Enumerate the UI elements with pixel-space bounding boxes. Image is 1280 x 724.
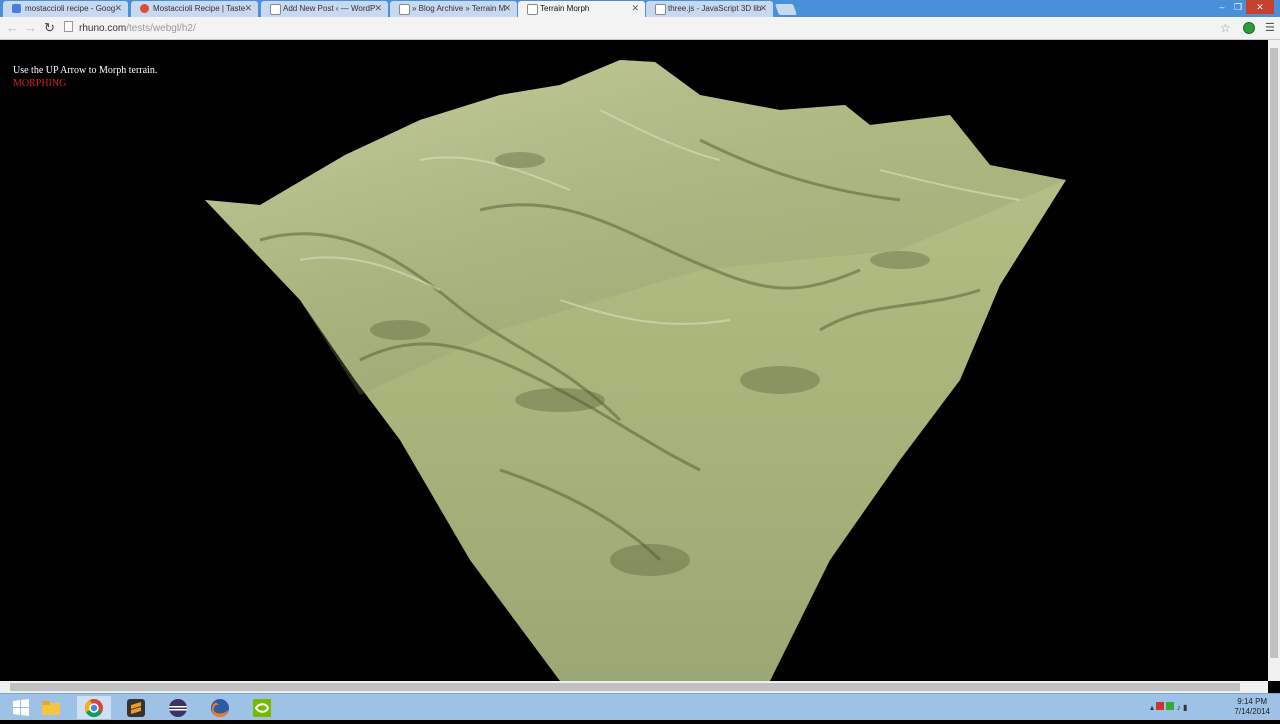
firefox-icon[interactable] [203,696,237,719]
clock-date: 7/14/2014 [1234,707,1270,716]
eclipse-icon[interactable] [161,696,195,719]
sublime-text-icon[interactable] [119,696,153,719]
tab-mostaccioli-recipe[interactable]: Mostaccioli Recipe | Taste ✕ [131,1,258,17]
chrome-icon[interactable] [77,696,111,719]
morph-status: MORPHING [13,78,67,89]
close-tab-icon[interactable]: ✕ [374,1,382,16]
new-tab-button[interactable] [774,4,798,15]
system-clock[interactable]: 9:14 PM 7/14/2014 [1234,697,1270,717]
tab-strip: mostaccioli recipe - Goog ✕ Mostaccioli R… [0,0,1280,17]
toolbar: ← → ↻ rhuno.com/tests/webgl/h2/ ☆ ☰ [0,17,1280,40]
close-tab-icon[interactable]: ✕ [631,1,639,16]
instruction-text: Use the UP Arrow to Morph terrain. [13,65,158,76]
horizontal-scrollbar[interactable] [0,681,1268,693]
close-window-icon[interactable]: ✕ [1246,0,1274,14]
tab-terrain-morph[interactable]: Terrain Morph ✕ [518,1,645,17]
restore-icon[interactable]: ❐ [1230,0,1246,14]
page-icon [64,21,73,32]
menu-icon[interactable]: ☰ [1265,20,1275,36]
tab-title: mostaccioli recipe - Goog [25,4,116,13]
close-tab-icon[interactable]: ✕ [759,1,767,16]
page-icon [270,4,281,15]
tray-icons: ▴ ♪ ▮ [1150,702,1188,712]
scroll-thumb[interactable] [10,683,1240,691]
clock-time: 9:14 PM [1237,697,1268,706]
tasteofhome-icon [140,4,149,13]
tray-icon[interactable] [1166,702,1175,710]
tab-threejs[interactable]: three.js - JavaScript 3D lib ✕ [646,1,773,17]
extension-icon[interactable] [1243,22,1255,34]
address-bar[interactable]: rhuno.com/tests/webgl/h2/ [64,21,1234,36]
back-icon[interactable]: ← [6,20,19,36]
tab-add-new-post[interactable]: Add New Post ‹ — WordP ✕ [261,1,388,17]
vertical-scrollbar[interactable] [1268,40,1280,681]
tab-mostaccioli-search[interactable]: mostaccioli recipe - Goog ✕ [3,1,128,17]
reload-icon[interactable]: ↻ [44,20,55,36]
close-tab-icon[interactable]: ✕ [114,1,122,16]
close-tab-icon[interactable]: ✕ [244,1,252,16]
volume-icon[interactable]: ♪ [1177,703,1181,712]
close-tab-icon[interactable]: ✕ [503,1,511,16]
google-icon [12,4,21,13]
taskbar: ▴ ♪ ▮ 9:14 PM 7/14/2014 [0,693,1280,720]
nvidia-icon[interactable] [245,696,279,719]
tab-title: » Blog Archive » Terrain M [412,4,506,13]
page-icon [655,4,666,15]
tab-title: Add New Post ‹ — WordP [283,4,376,13]
terrain-mesh [205,60,1066,681]
tab-title: Terrain Morph [540,4,590,13]
tab-blog-archive[interactable]: » Blog Archive » Terrain M ✕ [390,1,517,17]
webgl-canvas[interactable]: Use the UP Arrow to Morph terrain. MORPH… [0,40,1268,681]
tab-title: Mostaccioli Recipe | Taste [153,4,246,13]
scroll-thumb[interactable] [1270,48,1278,658]
page-icon [399,4,410,15]
network-icon[interactable]: ▮ [1183,703,1187,712]
forward-icon[interactable]: → [24,20,37,36]
bookmark-star-icon[interactable]: ☆ [1220,20,1231,36]
minimize-icon[interactable]: – [1214,0,1230,14]
file-explorer-icon[interactable] [34,696,68,719]
windows-start-icon[interactable] [4,696,38,719]
page-icon [527,4,538,15]
url-path: /tests/webgl/h2/ [126,23,196,34]
url-host: rhuno.com [79,23,127,34]
tab-title: three.js - JavaScript 3D lib [668,4,762,13]
tray-icon[interactable] [1156,702,1165,710]
